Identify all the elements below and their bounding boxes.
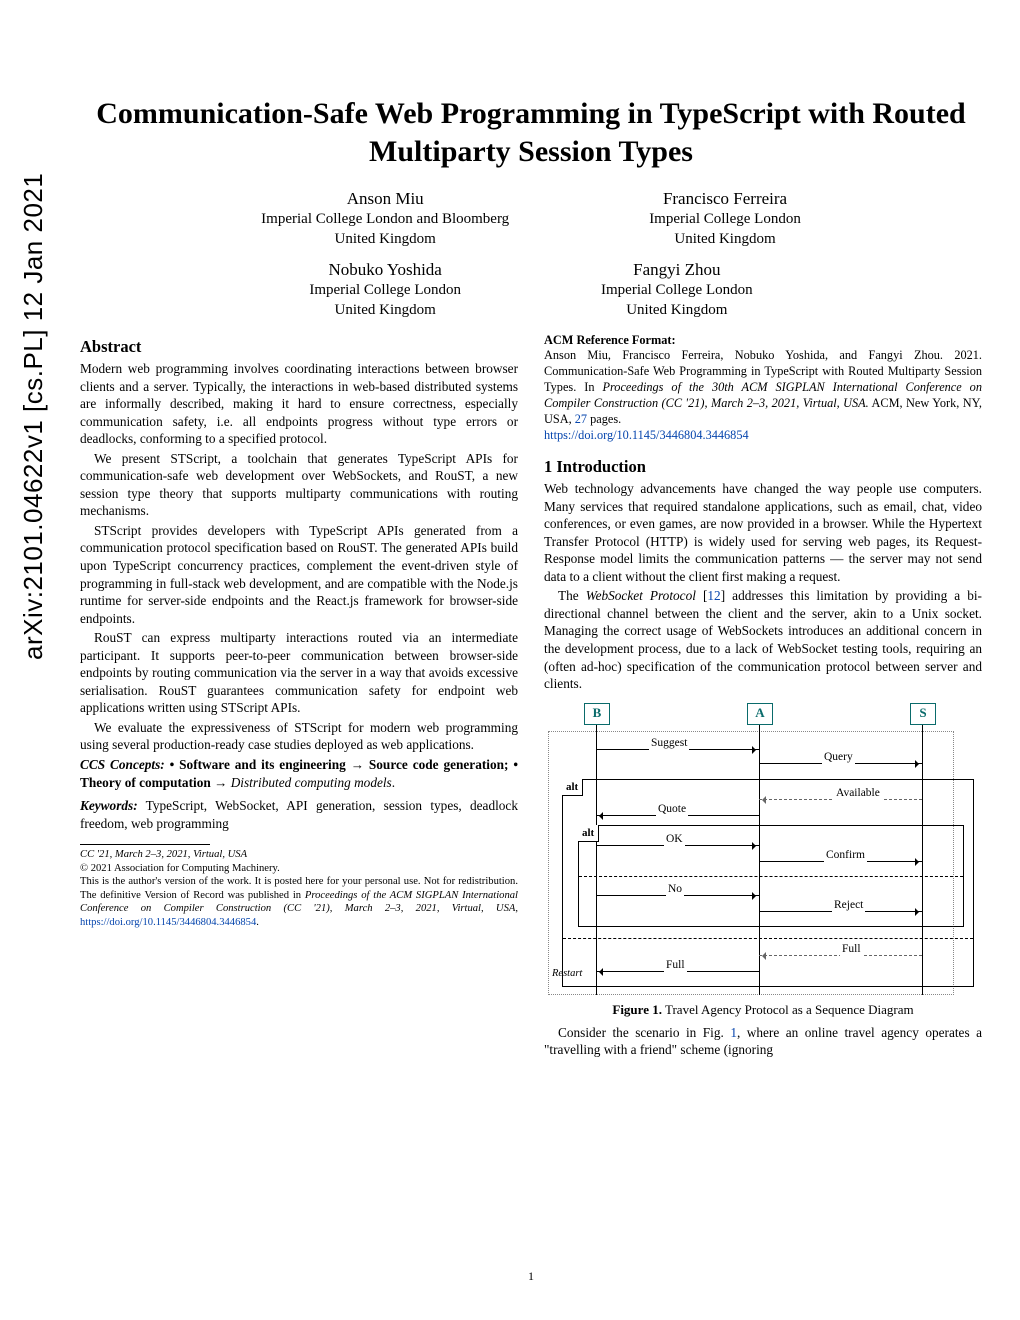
author-block: Fangyi Zhou Imperial College London Unit…: [601, 259, 753, 320]
footnote-block: CC '21, March 2–3, 2021, Virtual, USA © …: [80, 848, 518, 929]
footnote-body: This is the author's version of the work…: [80, 875, 518, 929]
paper-title: Communication-Safe Web Programming in Ty…: [80, 95, 982, 170]
abstract-heading: Abstract: [80, 336, 518, 358]
acm-ref-format-heading: ACM Reference Format:: [544, 332, 982, 348]
alt-separator: [563, 938, 973, 939]
authors-row-2: Nobuko Yoshida Imperial College London U…: [80, 259, 982, 320]
acm-ref-format-body: Anson Miu, Francisco Ferreira, Nobuko Yo…: [544, 348, 982, 444]
restart-label: Restart: [552, 967, 582, 981]
msg-label-quote: Quote: [656, 802, 688, 817]
msg-label-full2: Full: [664, 958, 687, 973]
intro-para: Web technology advancements have changed…: [544, 480, 982, 585]
author-block: Anson Miu Imperial College London and Bl…: [261, 188, 509, 249]
footnote-copyright: © 2021 Association for Computing Machine…: [80, 862, 518, 876]
sequence-diagram: B A S Suggest Query alt: [544, 703, 982, 995]
two-column-body: Abstract Modern web programming involves…: [80, 330, 982, 1061]
abstract-para: We evaluate the expressiveness of STScri…: [80, 719, 518, 754]
doi-link[interactable]: https://doi.org/10.1145/3446804.3446854: [544, 428, 749, 442]
msg-label-reject: Reject: [832, 898, 865, 913]
author-name: Fangyi Zhou: [601, 259, 753, 281]
keywords-label: Keywords:: [80, 798, 138, 813]
arxiv-identifier: arXiv:2101.04622v1 [cs.PL] 12 Jan 2021: [18, 173, 49, 660]
msg-label-full: Full: [840, 942, 863, 957]
citation-link[interactable]: 12: [707, 588, 720, 603]
author-affil: Imperial College London and Bloomberg: [261, 210, 509, 230]
intro-para: Consider the scenario in Fig. 1, where a…: [544, 1024, 982, 1059]
abstract-para: STScript provides developers with TypeSc…: [80, 522, 518, 627]
page-count-link[interactable]: 27: [575, 412, 587, 426]
page-content: Communication-Safe Web Programming in Ty…: [80, 95, 982, 1290]
author-affil: Imperial College London: [309, 281, 461, 301]
ccs-label: CCS Concepts:: [80, 757, 165, 772]
figure-1: B A S Suggest Query alt: [544, 703, 982, 1018]
author-affil: Imperial College London: [601, 281, 753, 301]
author-affil: Imperial College London: [649, 210, 801, 230]
author-country: United Kingdom: [601, 301, 753, 321]
keywords: Keywords: TypeScript, WebSocket, API gen…: [80, 797, 518, 832]
msg-label-query: Query: [822, 750, 855, 765]
msg-label-available: Available: [834, 786, 882, 801]
alt-label: alt: [578, 825, 599, 843]
author-name: Francisco Ferreira: [649, 188, 801, 210]
actor-box-b: B: [584, 703, 610, 725]
abstract-para: RouST can express multiparty interaction…: [80, 629, 518, 717]
author-name: Nobuko Yoshida: [309, 259, 461, 281]
right-column: ACM Reference Format: Anson Miu, Francis…: [544, 330, 982, 1061]
figure-caption: Figure 1. Travel Agency Protocol as a Se…: [544, 1001, 982, 1018]
ccs-concepts: CCS Concepts: • Software and its enginee…: [80, 756, 518, 791]
msg-label-confirm: Confirm: [824, 848, 867, 863]
author-country: United Kingdom: [261, 230, 509, 250]
doi-link[interactable]: https://doi.org/10.1145/3446804.3446854: [80, 917, 256, 928]
section-heading-intro: 1 Introduction: [544, 456, 982, 478]
actor-box-s: S: [910, 703, 936, 725]
alt-label: alt: [562, 779, 583, 797]
abstract-para: Modern web programming involves coordina…: [80, 360, 518, 448]
figure-ref-link[interactable]: 1: [730, 1025, 737, 1040]
msg-label-suggest: Suggest: [649, 736, 689, 751]
footnote-venue: CC '21, March 2–3, 2021, Virtual, USA: [80, 848, 518, 862]
msg-label-no: No: [666, 882, 684, 897]
author-name: Anson Miu: [261, 188, 509, 210]
msg-label-ok: OK: [664, 832, 685, 847]
left-column: Abstract Modern web programming involves…: [80, 330, 518, 1061]
abstract-para: We present STScript, a toolchain that ge…: [80, 450, 518, 520]
actor-box-a: A: [747, 703, 773, 725]
footnote-rule: [80, 844, 210, 845]
author-country: United Kingdom: [649, 230, 801, 250]
figure-number: Figure 1.: [612, 1002, 662, 1017]
intro-para: The WebSocket Protocol [12] addresses th…: [544, 587, 982, 692]
author-block: Francisco Ferreira Imperial College Lond…: [649, 188, 801, 249]
author-country: United Kingdom: [309, 301, 461, 321]
page-number: 1: [528, 1269, 534, 1284]
author-block: Nobuko Yoshida Imperial College London U…: [309, 259, 461, 320]
alt-separator: [579, 876, 963, 877]
authors-row-1: Anson Miu Imperial College London and Bl…: [80, 188, 982, 249]
